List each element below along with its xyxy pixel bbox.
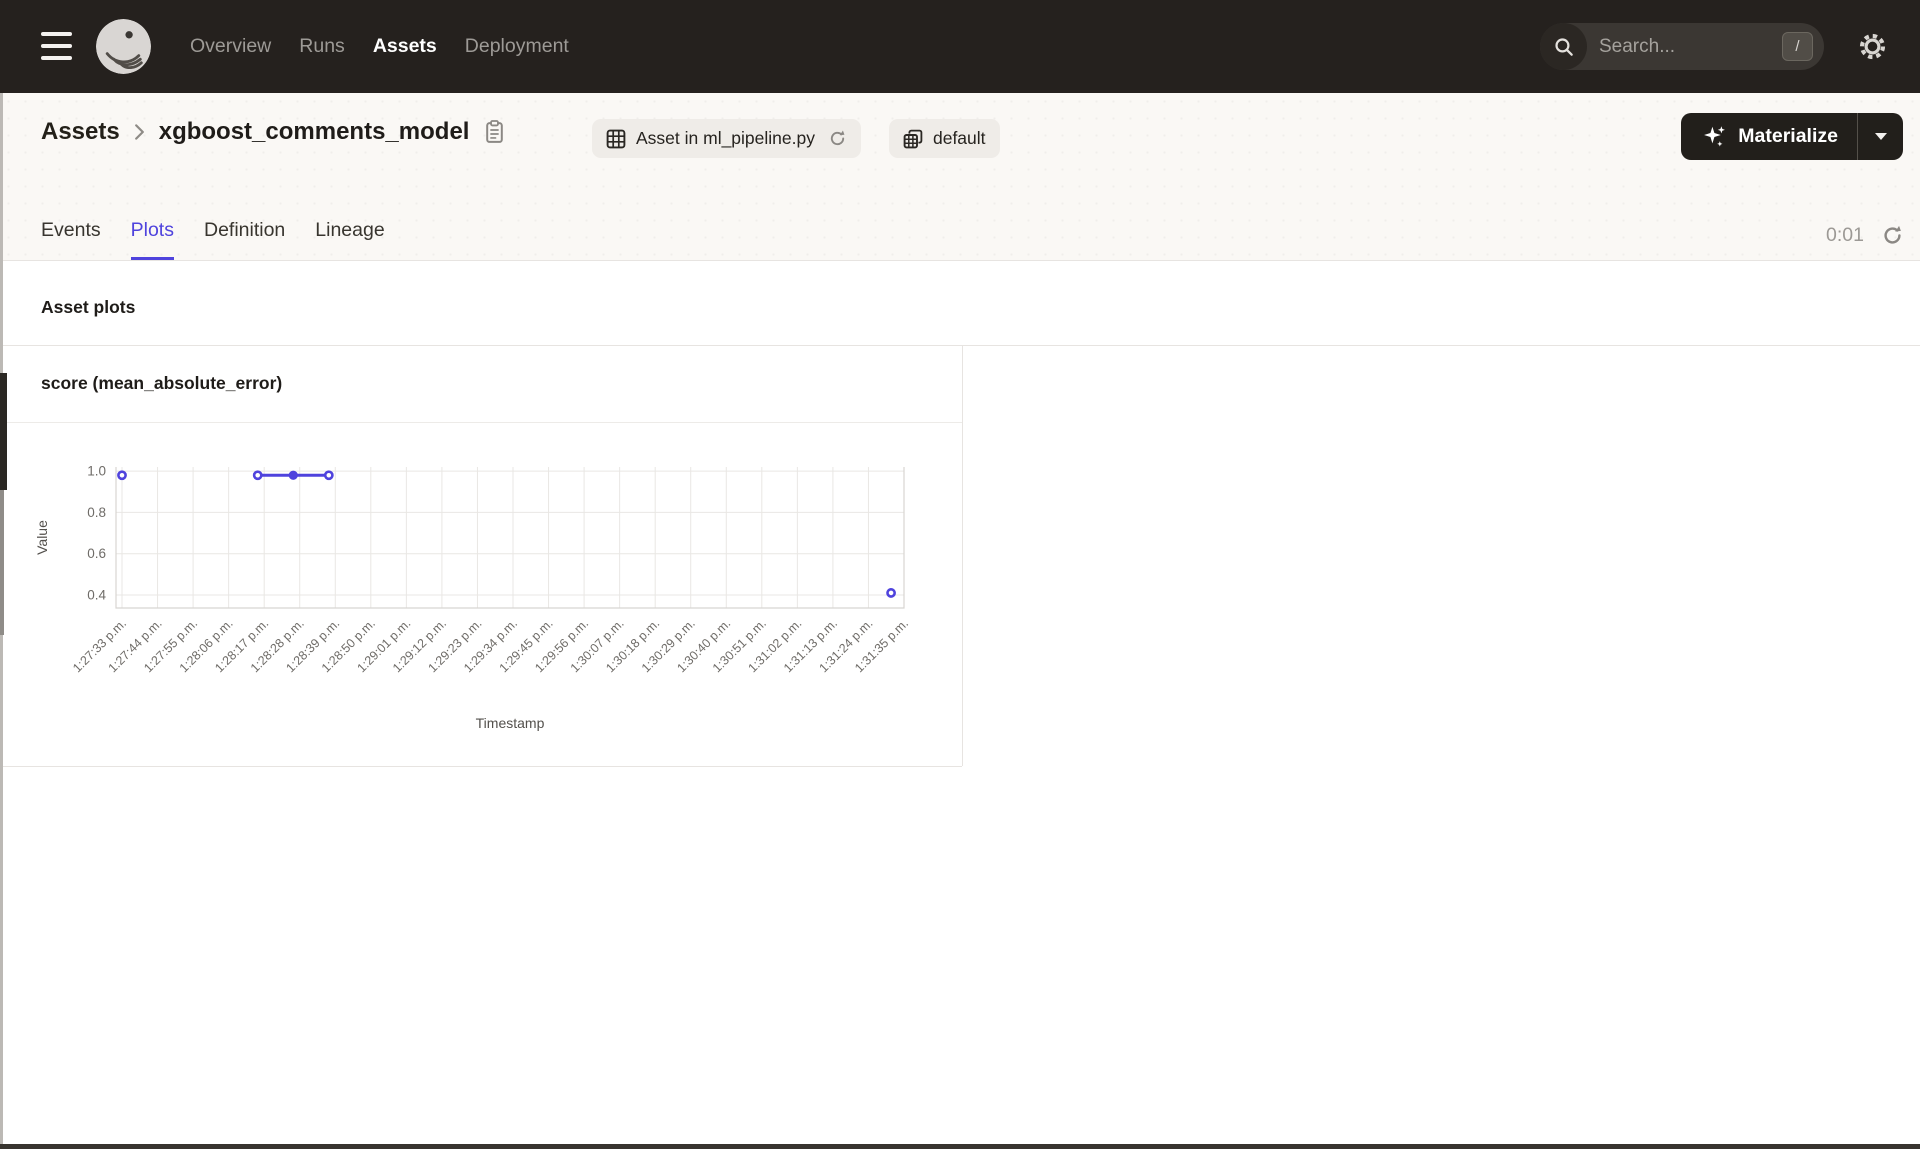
- badge-label: default: [932, 128, 986, 148]
- page-title: xgboost_comments_model: [158, 118, 470, 145]
- chevron-right-icon: [134, 123, 145, 141]
- asset-tabs: Events Plots Definition Lineage: [41, 220, 385, 261]
- copy-asset-name-icon[interactable]: [484, 120, 505, 144]
- background-window-edge: [0, 373, 7, 490]
- plot-card-border: [0, 766, 962, 767]
- svg-text:Value: Value: [34, 520, 50, 555]
- materialize-dropdown-button[interactable]: [1858, 113, 1903, 160]
- dagster-asset-page: Overview Runs Assets Deployment / Assets xg…: [0, 0, 1920, 1149]
- svg-text:0.8: 0.8: [87, 505, 106, 520]
- svg-text:Timestamp: Timestamp: [476, 715, 545, 731]
- data-point[interactable]: [886, 588, 896, 598]
- hamburger-menu-icon[interactable]: [41, 32, 72, 60]
- tab-definition[interactable]: Definition: [204, 220, 285, 261]
- nav-link-deployment[interactable]: Deployment: [465, 35, 569, 58]
- svg-text:1.0: 1.0: [87, 464, 106, 479]
- nav-link-overview[interactable]: Overview: [190, 35, 271, 58]
- mae-line-chart: 0.4 0.6 0.8 1.0 1:27:33 p.m. 1:27:44 p.m. 1:27…: [30, 437, 920, 747]
- chevron-down-icon: [1874, 133, 1887, 140]
- data-point[interactable]: [117, 470, 127, 481]
- octopus-logo-icon: [96, 19, 151, 74]
- tab-plots[interactable]: Plots: [130, 220, 174, 260]
- reload-icon[interactable]: [828, 129, 847, 148]
- asset-group-badge[interactable]: default: [888, 119, 1000, 158]
- badge-label: Asset in ml_pipeline.py: [636, 128, 815, 148]
- data-point[interactable]: [288, 470, 298, 480]
- breadcrumb: Assets xgboost_comments_model: [41, 118, 505, 146]
- materialize-button[interactable]: Materialize: [1681, 113, 1857, 160]
- plot-title-divider: [0, 422, 962, 423]
- settings-gear-icon[interactable]: [1856, 30, 1889, 63]
- svg-text:0.6: 0.6: [87, 546, 106, 561]
- section-divider: [0, 345, 1920, 346]
- nav-link-runs[interactable]: Runs: [299, 35, 345, 58]
- asset-location-badge[interactable]: Asset in ml_pipeline.py: [592, 119, 861, 158]
- dagster-logo[interactable]: [96, 19, 151, 74]
- refresh-icon[interactable]: [1881, 224, 1904, 247]
- materialize-label: Materialize: [1738, 125, 1838, 147]
- asset-page-header: Assets xgboost_comments_model Asset in m…: [0, 93, 1920, 261]
- refresh-area: 0:01: [1826, 224, 1904, 247]
- sparkle-icon: [1704, 126, 1726, 147]
- materialize-button-group: Materialize: [1681, 113, 1903, 160]
- plot-card-border: [962, 345, 963, 766]
- line-chart-svg: 0.40.60.81.01:27:33 p.m.1:27:44 p.m.1:27…: [34, 464, 911, 731]
- plot-title: score (mean_absolute_error): [41, 373, 283, 393]
- primary-nav: Overview Runs Assets Deployment: [190, 0, 569, 93]
- svg-text:0.4: 0.4: [87, 587, 106, 602]
- data-point[interactable]: [252, 470, 263, 481]
- refresh-timer: 0:01: [1826, 224, 1864, 246]
- global-search[interactable]: /: [1540, 23, 1824, 70]
- background-window-edge: [0, 1144, 1920, 1149]
- search-icon: [1540, 23, 1587, 70]
- asset-badges: Asset in ml_pipeline.py default: [592, 119, 1000, 158]
- tab-lineage[interactable]: Lineage: [315, 220, 384, 261]
- breadcrumb-assets-link[interactable]: Assets: [41, 118, 120, 146]
- search-shortcut-badge: /: [1782, 32, 1813, 61]
- nav-link-assets[interactable]: Assets: [373, 35, 437, 58]
- section-title: Asset plots: [41, 297, 136, 317]
- data-point[interactable]: [323, 470, 334, 481]
- table-grid-icon: [606, 129, 626, 149]
- search-input[interactable]: [1597, 34, 1782, 59]
- layers-grid-icon: [903, 129, 923, 149]
- tab-events[interactable]: Events: [41, 220, 101, 261]
- top-navbar: Overview Runs Assets Deployment /: [0, 0, 1920, 93]
- background-window-edge: [0, 490, 4, 635]
